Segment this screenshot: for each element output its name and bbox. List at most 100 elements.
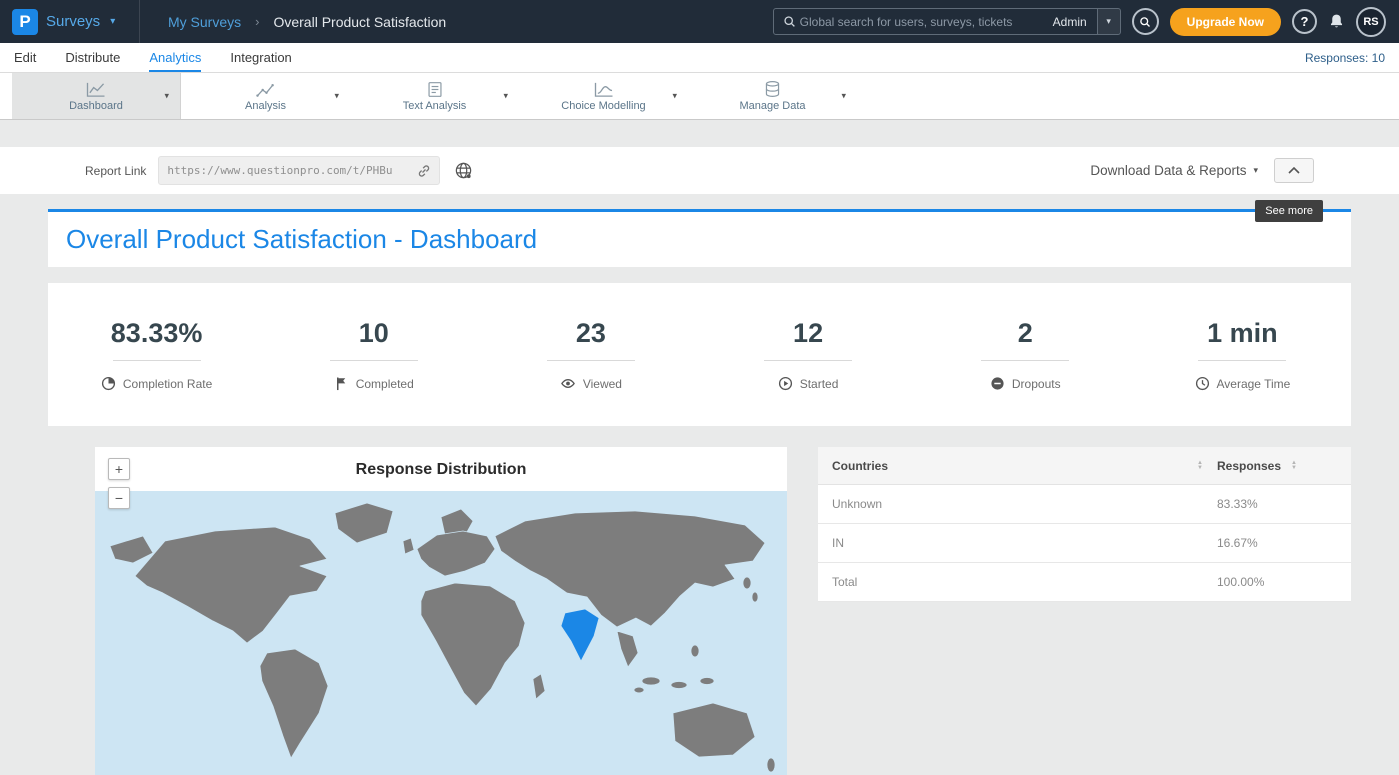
search-icon xyxy=(1139,16,1151,28)
stat-label: Completion Rate xyxy=(123,377,212,391)
stat-label: Started xyxy=(800,377,839,391)
search-scope-dropdown[interactable]: ▾ xyxy=(1097,9,1120,34)
analytics-toolbar: Dashboard ▾ Analysis ▾ Text Analysis ▾ C… xyxy=(0,73,1399,120)
topbar: P Surveys ▾ My Surveys › Overall Product… xyxy=(0,0,1399,43)
stat-started: 12 Started xyxy=(700,318,917,391)
nav-item-integration[interactable]: Integration xyxy=(230,43,291,72)
divider xyxy=(547,360,635,361)
country-cell: Total xyxy=(818,575,1217,589)
map-zoom-out-button[interactable]: − xyxy=(108,487,130,509)
stat-completed: 10 Completed xyxy=(265,318,482,391)
tab-label: Choice Modelling xyxy=(561,100,645,112)
page-title-card: Overall Product Satisfaction - Dashboard xyxy=(48,209,1351,267)
map-title: Response Distribution xyxy=(95,447,787,491)
divider xyxy=(981,360,1069,361)
tab-dashboard[interactable]: Dashboard ▾ xyxy=(12,73,181,119)
stat-average-time: 1 min Average Time xyxy=(1134,318,1351,391)
table-row-total: Total 100.00% xyxy=(818,563,1351,602)
global-search-input[interactable] xyxy=(800,15,1043,29)
advanced-search-button[interactable] xyxy=(1132,8,1159,35)
chevron-up-icon xyxy=(1288,167,1300,174)
nav-item-analytics[interactable]: Analytics xyxy=(149,43,201,72)
gauge-icon xyxy=(101,376,116,391)
map-zoom-in-button[interactable]: + xyxy=(108,458,130,480)
stat-value: 2 xyxy=(917,318,1134,349)
help-button[interactable]: ? xyxy=(1292,9,1317,34)
responses-counter[interactable]: Responses: 10 xyxy=(1305,43,1399,72)
report-link-input[interactable] xyxy=(167,164,411,177)
product-switcher[interactable]: P Surveys ▾ xyxy=(0,0,140,43)
chevron-down-icon: ▾ xyxy=(110,16,115,27)
stat-value: 1 min xyxy=(1134,318,1351,349)
clock-icon xyxy=(1195,376,1210,391)
tab-label: Text Analysis xyxy=(403,100,467,112)
page-title: Overall Product Satisfaction - Dashboard xyxy=(66,224,537,255)
sort-icon: ▲▼ xyxy=(1197,461,1203,471)
nav-item-distribute[interactable]: Distribute xyxy=(65,43,120,72)
sort-icon: ▲▼ xyxy=(1291,461,1297,471)
tab-choice-modelling[interactable]: Choice Modelling ▾ xyxy=(519,73,688,119)
breadcrumb-my-surveys[interactable]: My Surveys xyxy=(168,14,241,30)
responses-cell: 16.67% xyxy=(1217,536,1351,550)
stat-label: Completed xyxy=(356,377,414,391)
collapse-panel-button[interactable] xyxy=(1274,158,1314,183)
responses-cell: 100.00% xyxy=(1217,575,1351,589)
see-more-tooltip: See more xyxy=(1255,200,1323,222)
dashboard-chart-icon xyxy=(85,81,107,98)
stat-label: Viewed xyxy=(583,377,622,391)
nav-item-edit[interactable]: Edit xyxy=(14,43,36,72)
stat-value: 12 xyxy=(700,318,917,349)
download-data-reports-button[interactable]: Download Data & Reports ▾ xyxy=(1090,163,1258,178)
country-cell: IN xyxy=(818,536,1217,550)
table-row-unknown: Unknown 83.33% xyxy=(818,485,1351,524)
search-icon xyxy=(774,15,800,28)
analysis-chart-icon xyxy=(255,81,277,98)
global-search: Admin ▾ xyxy=(773,8,1121,35)
dashboard-content: Report Link Download Data & Reports ▾ xyxy=(0,147,1399,775)
stat-label: Average Time xyxy=(1217,377,1291,391)
tab-label: Dashboard xyxy=(69,100,123,112)
report-link-label: Report Link xyxy=(85,164,146,178)
tab-analysis[interactable]: Analysis ▾ xyxy=(181,73,350,119)
stat-completion-rate: 83.33% Completion Rate xyxy=(48,318,265,391)
chevron-down-icon[interactable]: ▾ xyxy=(841,91,846,102)
response-distribution-panel: + − Response Distribution xyxy=(95,447,787,775)
map-country-india xyxy=(561,609,599,661)
link-icon[interactable] xyxy=(417,164,431,178)
country-cell: Unknown xyxy=(818,497,1217,511)
search-scope-label[interactable]: Admin xyxy=(1043,15,1097,29)
stat-value: 23 xyxy=(482,318,699,349)
survey-stats-card: 83.33% Completion Rate 10 Completed xyxy=(48,283,1351,426)
stat-viewed: 23 Viewed xyxy=(482,318,699,391)
table-row-in: IN 16.67% xyxy=(818,524,1351,563)
responses-column-header[interactable]: Responses ▲▼ xyxy=(1217,459,1351,473)
globe-icon[interactable] xyxy=(454,161,473,180)
divider xyxy=(330,360,418,361)
flag-icon xyxy=(334,376,349,391)
tab-text-analysis[interactable]: Text Analysis ▾ xyxy=(350,73,519,119)
chevron-down-icon[interactable]: ▾ xyxy=(672,91,677,102)
countries-column-header[interactable]: Countries ▲▼ xyxy=(818,459,1217,473)
upgrade-now-button[interactable]: Upgrade Now xyxy=(1170,8,1281,36)
questionpro-analytics-dashboard: P Surveys ▾ My Surveys › Overall Product… xyxy=(0,0,1399,775)
tab-label: Manage Data xyxy=(739,100,805,112)
notifications-button[interactable] xyxy=(1328,13,1345,30)
world-map[interactable] xyxy=(95,491,787,775)
map-zoom-controls: + − xyxy=(108,458,130,509)
tab-label: Analysis xyxy=(245,100,286,112)
play-circle-icon xyxy=(778,376,793,391)
countries-table-header: Countries ▲▼ Responses ▲▼ xyxy=(818,447,1351,485)
questionpro-logo: P xyxy=(12,9,38,35)
tab-manage-data[interactable]: Manage Data ▾ xyxy=(688,73,857,119)
chevron-down-icon[interactable]: ▾ xyxy=(334,91,339,102)
chevron-down-icon[interactable]: ▾ xyxy=(503,91,508,102)
topbar-actions: Admin ▾ Upgrade Now ? RS xyxy=(773,7,1399,37)
report-link-bar: Report Link Download Data & Reports ▾ xyxy=(0,147,1399,194)
text-analysis-icon xyxy=(426,81,444,98)
breadcrumb-current-survey: Overall Product Satisfaction xyxy=(273,14,446,30)
stat-dropouts: 2 Dropouts xyxy=(917,318,1134,391)
chevron-down-icon: ▾ xyxy=(1253,165,1258,176)
user-avatar[interactable]: RS xyxy=(1356,7,1386,37)
stat-value: 83.33% xyxy=(48,318,265,349)
chevron-down-icon[interactable]: ▾ xyxy=(164,91,169,102)
